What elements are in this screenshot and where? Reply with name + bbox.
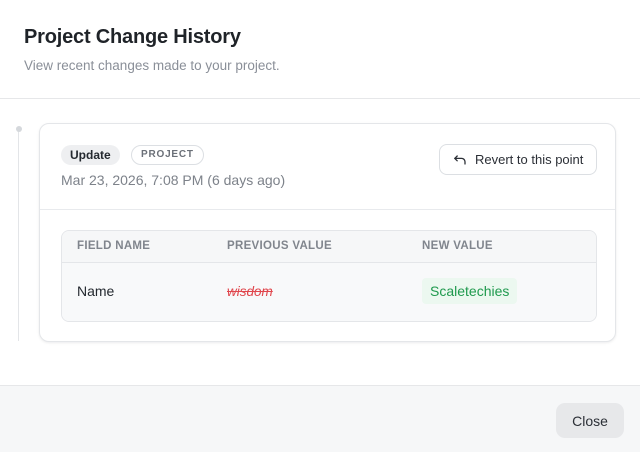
dialog-header: Project Change History View recent chang… xyxy=(0,0,640,99)
change-history-dialog: Project Change History View recent chang… xyxy=(0,0,640,452)
header-new-value: NEW VALUE xyxy=(422,240,493,252)
revert-button-label: Revert to this point xyxy=(475,152,584,167)
undo-arrow-icon xyxy=(453,153,467,167)
close-button[interactable]: Close xyxy=(556,403,624,438)
timeline-line xyxy=(18,128,19,341)
field-name-cell: Name xyxy=(77,283,115,299)
changes-table: FIELD NAME PREVIOUS VALUE NEW VALUE Name… xyxy=(61,230,597,322)
change-entry-card: Update PROJECT Mar 23, 2026, 7:08 PM (6 … xyxy=(39,123,616,342)
change-timestamp: Mar 23, 2026, 7:08 PM (6 days ago) xyxy=(61,172,286,188)
previous-value-cell: wisdom xyxy=(227,284,273,299)
header-previous-value: PREVIOUS VALUE xyxy=(227,240,332,252)
dialog-footer: Close xyxy=(0,385,640,452)
action-badge: Update xyxy=(61,145,120,165)
table-row: Name wisdom Scaletechies xyxy=(62,263,596,321)
scope-badge: PROJECT xyxy=(131,145,204,165)
revert-to-point-button[interactable]: Revert to this point xyxy=(439,144,597,175)
timeline-dot xyxy=(16,126,22,132)
table-header: FIELD NAME PREVIOUS VALUE NEW VALUE xyxy=(62,231,596,263)
dialog-title: Project Change History xyxy=(24,26,241,48)
header-field-name: FIELD NAME xyxy=(77,240,151,252)
change-entry-header: Update PROJECT Mar 23, 2026, 7:08 PM (6 … xyxy=(40,124,615,210)
new-value-cell: Scaletechies xyxy=(422,278,518,304)
dialog-subtitle: View recent changes made to your project… xyxy=(24,58,280,73)
